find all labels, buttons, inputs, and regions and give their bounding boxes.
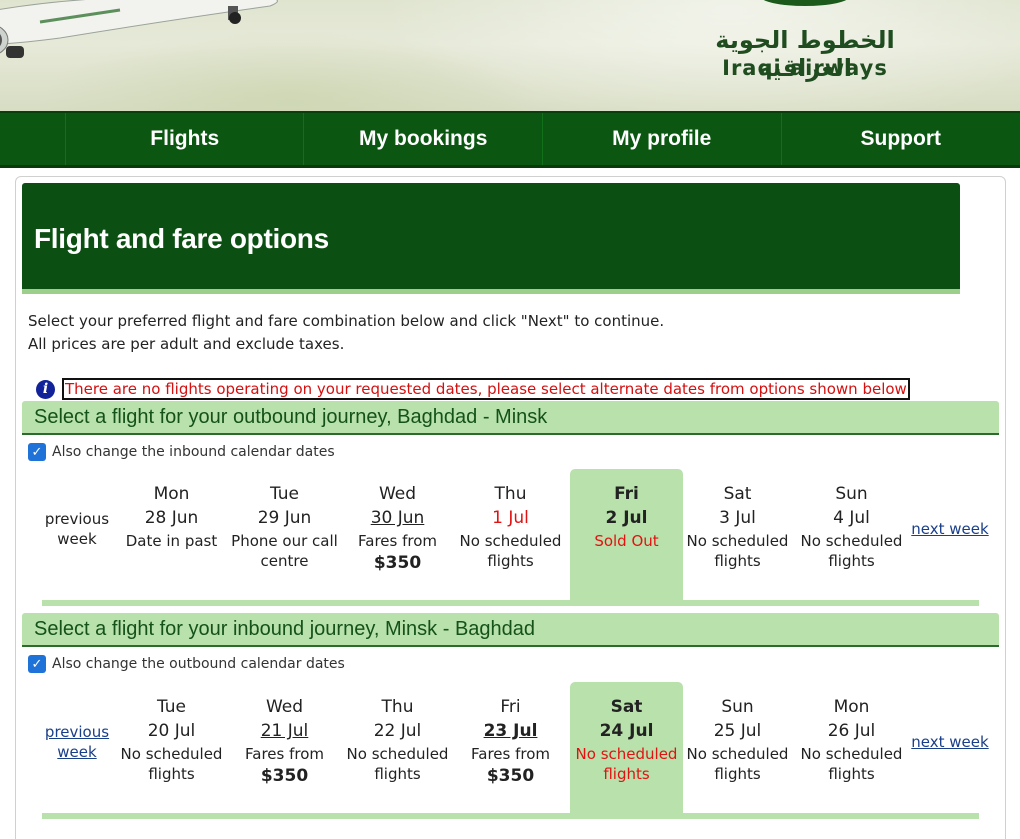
nav-my-profile[interactable]: My profile — [543, 113, 782, 165]
day-price[interactable]: $350 — [454, 764, 567, 788]
day-date: 1 Jul — [492, 508, 529, 528]
day-name: Fri — [500, 697, 521, 717]
day-status: Fares from — [358, 532, 437, 550]
day-price[interactable]: $350 — [228, 764, 341, 788]
outbound-day-cell: Sun 4 Jul No scheduled flights — [795, 469, 908, 606]
airplane-image — [0, 0, 278, 58]
day-date: 24 Jul — [599, 721, 654, 741]
outbound-day-selected: Fri 2 Jul Sold Out — [570, 469, 683, 606]
nav-flights[interactable]: Flights — [66, 113, 305, 165]
outbound-heading: Select a flight for your outbound journe… — [34, 406, 548, 428]
day-status: Fares from — [471, 745, 550, 763]
day-date: 4 Jul — [833, 508, 870, 528]
intro-line: All prices are per adult and exclude tax… — [28, 335, 345, 353]
day-date: 26 Jul — [827, 721, 876, 741]
change-inbound-checkbox[interactable]: ✓ Also change the inbound calendar dates — [28, 443, 335, 461]
outbound-previous-week[interactable]: previous week — [32, 469, 122, 589]
header-banner: الخطوط الجوية العراقية Iraqi airways — [0, 0, 1020, 111]
outbound-day-cell: Mon 28 Jun Date in past — [115, 469, 228, 606]
info-icon: i — [36, 379, 55, 399]
page-title: Flight and fare options — [34, 223, 329, 254]
checkbox-label: Also change the outbound calendar dates — [52, 656, 345, 672]
checkbox-checked-icon[interactable]: ✓ — [28, 655, 46, 673]
day-name: Mon — [153, 484, 190, 504]
day-status: No scheduled flights — [120, 745, 223, 783]
day-date-link[interactable]: 21 Jul — [228, 718, 341, 744]
inbound-heading: Select a flight for your inbound journey… — [34, 618, 536, 640]
day-name: Sun — [721, 697, 754, 717]
inbound-next-week[interactable]: next week — [905, 682, 995, 802]
day-name: Thu — [381, 697, 414, 717]
inbound-week-calendar: previous week Tue 20 Jul No scheduled fl… — [30, 682, 989, 819]
page-title-bar: Flight and fare options — [22, 183, 960, 289]
day-date: 28 Jun — [144, 508, 199, 528]
inbound-day-cell: Tue 20 Jul No scheduled flights — [115, 682, 228, 819]
intro-text: Select your preferred flight and fare co… — [28, 310, 664, 356]
day-name: Tue — [156, 697, 187, 717]
outbound-day-cell: Thu 1 Jul No scheduled flights — [454, 469, 567, 606]
nav-my-bookings[interactable]: My bookings — [304, 113, 543, 165]
checkbox-checked-icon[interactable]: ✓ — [28, 443, 46, 461]
day-status: No scheduled flights — [800, 532, 903, 570]
day-date-link[interactable]: 30 Jun — [341, 505, 454, 531]
outbound-day-cell[interactable]: Wed 30 Jun Fares from $350 — [341, 469, 454, 606]
inbound-day-cell[interactable]: Wed 21 Jul Fares from $350 — [228, 682, 341, 819]
inbound-day-cell: Sun 25 Jul No scheduled flights — [681, 682, 794, 819]
day-status: No scheduled flights — [686, 532, 789, 570]
day-status: Phone our call centre — [231, 532, 338, 570]
inbound-heading-bar: Select a flight for your inbound journey… — [22, 613, 999, 647]
day-name: Sun — [835, 484, 868, 504]
outbound-week-calendar: previous week Mon 28 Jun Date in past Tu… — [30, 469, 989, 606]
day-date: 3 Jul — [719, 508, 756, 528]
outbound-day-cell: Tue 29 Jun Phone our call centre — [228, 469, 341, 606]
intro-line: Select your preferred flight and fare co… — [28, 312, 665, 330]
day-price[interactable]: $350 — [341, 551, 454, 575]
day-date: 29 Jun — [257, 508, 312, 528]
day-status: Fares from — [245, 745, 324, 763]
day-date: 22 Jul — [373, 721, 422, 741]
logo-english: Iraqi airways — [722, 56, 888, 80]
day-status: No scheduled flights — [800, 745, 903, 783]
inbound-day-selected: Sat 24 Jul No scheduled flights — [570, 682, 683, 819]
outbound-day-cell: Sat 3 Jul No scheduled flights — [681, 469, 794, 606]
outbound-heading-bar: Select a flight for your outbound journe… — [22, 401, 999, 435]
notice-message: There are no flights operating on your r… — [62, 378, 910, 400]
outbound-next-week[interactable]: next week — [905, 469, 995, 589]
day-date: 20 Jul — [147, 721, 196, 741]
day-status: No scheduled flights — [686, 745, 789, 783]
inbound-day-cell: Thu 22 Jul No scheduled flights — [341, 682, 454, 819]
inbound-day-cell[interactable]: Fri 23 Jul Fares from $350 — [454, 682, 567, 819]
day-name: Mon — [833, 697, 870, 717]
day-status: No scheduled flights — [346, 745, 449, 783]
nav-spacer — [0, 113, 66, 165]
day-name: Thu — [494, 484, 527, 504]
day-status: Date in past — [125, 532, 218, 550]
day-name: Wed — [378, 484, 417, 504]
day-status: No scheduled flights — [459, 532, 562, 570]
day-name: Fri — [614, 484, 639, 504]
day-status: No scheduled flights — [575, 745, 678, 783]
day-name: Tue — [269, 484, 300, 504]
main-nav: Flights My bookings My profile Support — [0, 111, 1020, 168]
day-status: Sold Out — [594, 532, 659, 550]
nav-support[interactable]: Support — [782, 113, 1020, 165]
no-flights-notice: i There are no flights operating on your… — [36, 378, 910, 400]
day-date: 2 Jul — [605, 508, 648, 528]
change-outbound-checkbox[interactable]: ✓ Also change the outbound calendar date… — [28, 655, 345, 673]
title-underline — [22, 289, 960, 294]
checkbox-label: Also change the inbound calendar dates — [52, 444, 335, 460]
day-date-link[interactable]: 23 Jul — [454, 718, 567, 744]
day-date: 25 Jul — [713, 721, 762, 741]
day-name: Wed — [265, 697, 304, 717]
inbound-day-cell: Mon 26 Jul No scheduled flights — [795, 682, 908, 819]
day-name: Sat — [610, 697, 643, 717]
inbound-previous-week[interactable]: previous week — [32, 682, 122, 802]
day-name: Sat — [723, 484, 752, 504]
